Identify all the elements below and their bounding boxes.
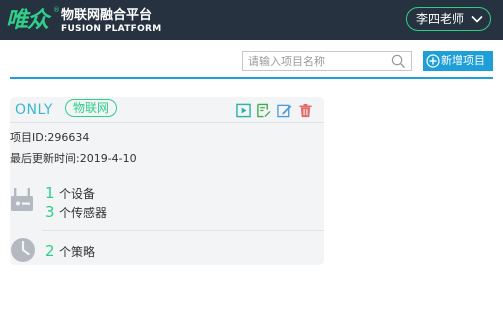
top-bar: 唯众 ® 物联网融合平台 FUSION PLATFORM 李四老师 bbox=[0, 0, 503, 40]
registered-mark: ® bbox=[53, 6, 60, 14]
user-menu-button[interactable]: 李四老师 bbox=[406, 7, 491, 31]
project-title[interactable]: ONLY bbox=[15, 100, 53, 120]
brand-title: 物联网融合平台 bbox=[61, 8, 153, 23]
add-project-label: 新增项目 bbox=[441, 54, 485, 67]
card-divider bbox=[10, 122, 324, 123]
policy-count: 2 bbox=[45, 242, 55, 260]
device-count: 1 bbox=[45, 184, 55, 202]
project-card[interactable]: ONLY 物联网 项目ID:296634 最后更新时间:2019-4-10 1 … bbox=[10, 97, 324, 265]
sensor-count: 3 bbox=[45, 203, 55, 221]
sensor-unit: 个传感器 bbox=[59, 206, 108, 220]
logo: 唯众 bbox=[6, 7, 49, 33]
search-icon[interactable] bbox=[391, 54, 406, 69]
add-project-button[interactable]: 新增项目 bbox=[423, 51, 493, 71]
router-icon bbox=[11, 188, 33, 211]
report-icon[interactable] bbox=[256, 103, 271, 118]
project-search bbox=[242, 51, 412, 71]
chevron-down-icon bbox=[471, 15, 483, 23]
user-name: 李四老师 bbox=[416, 12, 465, 26]
card-divider-2 bbox=[42, 230, 324, 231]
search-input[interactable] bbox=[243, 52, 388, 70]
delete-icon[interactable] bbox=[298, 103, 313, 118]
brand-subtitle: FUSION PLATFORM bbox=[61, 24, 162, 34]
project-type-tag: 物联网 bbox=[65, 99, 118, 117]
play-icon[interactable] bbox=[236, 103, 251, 118]
clock-icon bbox=[11, 238, 35, 262]
policy-unit: 个策略 bbox=[59, 245, 96, 259]
project-id: 项目ID:296634 bbox=[10, 131, 90, 144]
last-updated: 最后更新时间:2019-4-10 bbox=[10, 152, 137, 165]
toolbar-divider bbox=[10, 77, 493, 79]
device-unit: 个设备 bbox=[59, 187, 96, 201]
plus-circle-icon bbox=[426, 54, 440, 68]
edit-icon[interactable] bbox=[277, 103, 292, 118]
